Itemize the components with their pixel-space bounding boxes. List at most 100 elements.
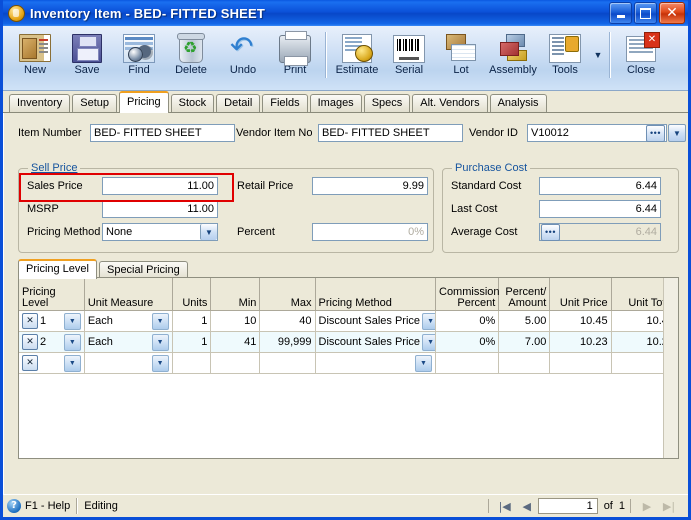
pricing-method-chevron-down-icon[interactable]: ▼ — [422, 333, 435, 351]
title-bar[interactable]: Inventory Item - BED- FITTED SHEET ✕ — [3, 0, 688, 26]
toolbar-button-serial[interactable]: Serial — [383, 30, 435, 76]
pricing-method-select[interactable]: None ▼ — [102, 223, 218, 241]
table-row[interactable]: ✕ 2 ▼ Each ▼ 1 41 99,999 Discount Sales … — [19, 331, 678, 353]
toolbar-button-delete[interactable]: Delete — [165, 30, 217, 76]
help-label[interactable]: F1 - Help — [25, 500, 70, 512]
cell-pricing-level[interactable]: ✕ ▼ — [19, 352, 85, 374]
toolbar-button-close[interactable]: Close — [615, 30, 667, 76]
cell-percent-amount[interactable] — [498, 352, 551, 374]
pricing-method-chevron-down-icon[interactable]: ▼ — [415, 354, 432, 372]
toolbar-button-new[interactable]: New — [9, 30, 61, 76]
grid-vertical-scrollbar[interactable] — [663, 278, 678, 458]
grid-col-pricing-method[interactable]: Pricing Method — [315, 278, 437, 311]
vendor-item-no-input[interactable]: BED- FITTED SHEET — [318, 124, 463, 142]
sales-price-input[interactable]: 11.00 — [102, 177, 218, 195]
grid-col-pricing-level[interactable]: Pricing Level — [19, 278, 85, 311]
maximize-button[interactable] — [634, 2, 657, 24]
tab-detail[interactable]: Detail — [216, 94, 261, 112]
unit-measure-chevron-down-icon[interactable]: ▼ — [151, 354, 169, 372]
unit-measure-chevron-down-icon[interactable]: ▼ — [151, 312, 169, 330]
table-row[interactable]: ✕ 1 ▼ Each ▼ 1 10 40 Discount Sales Pric… — [19, 310, 678, 332]
cell-min[interactable] — [210, 352, 261, 374]
cell-pricing-level[interactable]: ✕ 1 ▼ — [19, 310, 85, 332]
cell-commission-percent[interactable]: 0% — [435, 331, 500, 353]
help-icon[interactable]: ? — [7, 499, 21, 513]
table-row[interactable]: ✕ ▼ ▼ ▼ — [19, 352, 678, 374]
last-record-button[interactable]: ▶| — [658, 500, 680, 513]
tab-specs[interactable]: Specs — [363, 94, 411, 112]
cell-units[interactable]: 1 — [172, 310, 212, 332]
cell-pricing-method[interactable]: ▼ — [315, 352, 437, 374]
toolbar-button-estimate[interactable]: Estimate — [331, 30, 383, 76]
cell-pricing-method[interactable]: Discount Sales Price ▼ — [315, 310, 437, 332]
first-record-button[interactable]: |◀ — [494, 500, 516, 513]
toolbar-button-print[interactable]: Print — [269, 30, 321, 76]
msrp-input[interactable]: 11.00 — [102, 200, 218, 218]
pricing-level-chevron-down-icon[interactable]: ▼ — [63, 354, 81, 372]
cell-percent-amount[interactable]: 7.00 — [498, 331, 551, 353]
tab-setup[interactable]: Setup — [72, 94, 117, 112]
pricing-level-chevron-down-icon[interactable]: ▼ — [63, 333, 81, 351]
cell-commission-percent[interactable] — [435, 352, 500, 374]
tab-fields[interactable]: Fields — [262, 94, 308, 112]
vendor-id-input[interactable]: V10012 ••• — [527, 124, 667, 142]
pricing-level-chevron-down-icon[interactable]: ▼ — [63, 312, 81, 330]
cell-unit-measure[interactable]: Each ▼ — [84, 331, 173, 353]
toolbar-button-save[interactable]: Save — [61, 30, 113, 76]
cell-unit-measure[interactable]: Each ▼ — [84, 310, 173, 332]
vendor-id-dropdown-button[interactable]: ▼ — [668, 124, 686, 142]
cell-min[interactable]: 41 — [210, 331, 261, 353]
pricing-tab-pricing-level[interactable]: Pricing Level — [18, 259, 97, 279]
chevron-down-icon[interactable]: ▼ — [591, 50, 605, 60]
sell-price-group-title[interactable]: Sell Price — [28, 162, 81, 174]
cell-unit-price[interactable]: 10.23 — [549, 331, 612, 353]
retail-price-input[interactable]: 9.99 — [312, 177, 428, 195]
grid-col-percent-amount[interactable]: Percent/ Amount — [498, 278, 551, 311]
pricing-method-chevron-down-icon[interactable]: ▼ — [200, 224, 217, 240]
tab-inventory[interactable]: Inventory — [9, 94, 71, 112]
cell-pricing-method[interactable]: Discount Sales Price ▼ — [315, 331, 437, 353]
grid-col-units[interactable]: Units — [172, 278, 212, 311]
tab-analysis[interactable]: Analysis — [489, 94, 547, 112]
delete-row-button[interactable]: ✕ — [22, 313, 38, 329]
last-cost-input[interactable]: 6.44 — [539, 200, 661, 218]
vendor-id-lookup-button[interactable]: ••• — [646, 125, 665, 142]
cell-units[interactable]: 1 — [172, 331, 212, 353]
cell-percent-amount[interactable]: 5.00 — [498, 310, 551, 332]
next-record-button[interactable]: ▶ — [636, 500, 658, 513]
item-number-input[interactable]: BED- FITTED SHEET — [90, 124, 235, 142]
close-button[interactable]: ✕ — [659, 2, 685, 24]
cell-units[interactable] — [172, 352, 212, 374]
tab-images[interactable]: Images — [309, 94, 362, 112]
cell-unit-price[interactable]: 10.45 — [549, 310, 612, 332]
cell-max[interactable]: 40 — [259, 310, 316, 332]
tab-alt-vendors[interactable]: Alt. Vendors — [412, 94, 488, 112]
cell-pricing-level[interactable]: ✕ 2 ▼ — [19, 331, 85, 353]
tab-pricing[interactable]: Pricing — [119, 91, 169, 113]
delete-row-button[interactable]: ✕ — [22, 334, 38, 350]
grid-col-unit-measure[interactable]: Unit Measure — [84, 278, 173, 311]
record-number-input[interactable]: 1 — [537, 498, 598, 514]
cell-max[interactable]: 99,999 — [259, 331, 316, 353]
cell-commission-percent[interactable]: 0% — [435, 310, 500, 332]
grid-col-commission-percent[interactable]: Commission Percent — [435, 278, 500, 311]
toolbar-button-undo[interactable]: Undo — [217, 30, 269, 76]
minimize-button[interactable] — [609, 2, 632, 24]
grid-col-unit-price[interactable]: Unit Price — [549, 278, 612, 311]
unit-measure-chevron-down-icon[interactable]: ▼ — [151, 333, 169, 351]
grid-col-min[interactable]: Min — [210, 278, 261, 311]
standard-cost-input[interactable]: 6.44 — [539, 177, 661, 195]
cell-unit-price[interactable] — [549, 352, 612, 374]
toolbar-button-find[interactable]: Find — [113, 30, 165, 76]
average-cost-lookup-button[interactable]: ••• — [541, 224, 560, 241]
toolbar-button-tools[interactable]: Tools — [539, 30, 591, 76]
delete-row-button[interactable]: ✕ — [22, 355, 38, 371]
grid-col-max[interactable]: Max — [259, 278, 316, 311]
cell-max[interactable] — [259, 352, 316, 374]
percent-input[interactable]: 0% — [312, 223, 428, 241]
cell-min[interactable]: 10 — [210, 310, 261, 332]
toolbar-button-lot[interactable]: Lot — [435, 30, 487, 76]
toolbar-button-assembly[interactable]: Assembly — [487, 30, 539, 76]
pricing-method-chevron-down-icon[interactable]: ▼ — [422, 312, 435, 330]
previous-record-button[interactable]: ◀ — [516, 500, 538, 513]
